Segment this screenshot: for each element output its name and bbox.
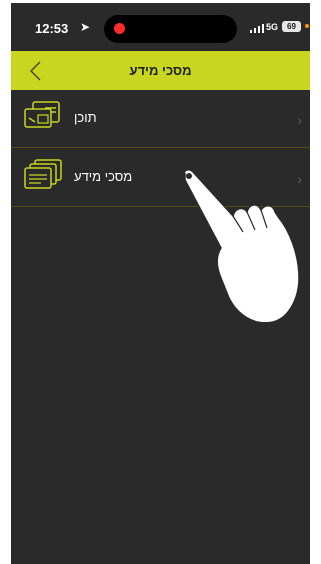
phone-screen: 12:53 ➤ 5G 69 מסכי מידע תוכן › מסכי מידע… [11,3,310,564]
location-arrow-icon: ➤ [80,20,91,34]
status-time: 12:53 [35,21,69,36]
privacy-indicator-icon [305,24,309,28]
info-screens-icon [24,159,62,189]
list-item-label: תוכן [74,110,97,125]
list-item-label: מסכי מידע [74,169,133,184]
dynamic-island [104,15,237,43]
list-item-content[interactable]: תוכן › [11,90,310,148]
signal-icon [250,23,264,33]
chevron-right-icon: › [297,112,302,128]
recording-dot-icon [114,23,125,34]
page-title: מסכי מידע [129,63,192,78]
battery-level: 69 [287,22,296,31]
pointing-hand-icon [183,169,300,324]
battery-icon: 69 [282,21,301,32]
network-type: 5G [266,22,279,32]
content-card-icon [24,101,60,128]
status-bar: 12:53 ➤ 5G 69 [11,3,310,51]
app-header: מסכי מידע [11,51,310,90]
